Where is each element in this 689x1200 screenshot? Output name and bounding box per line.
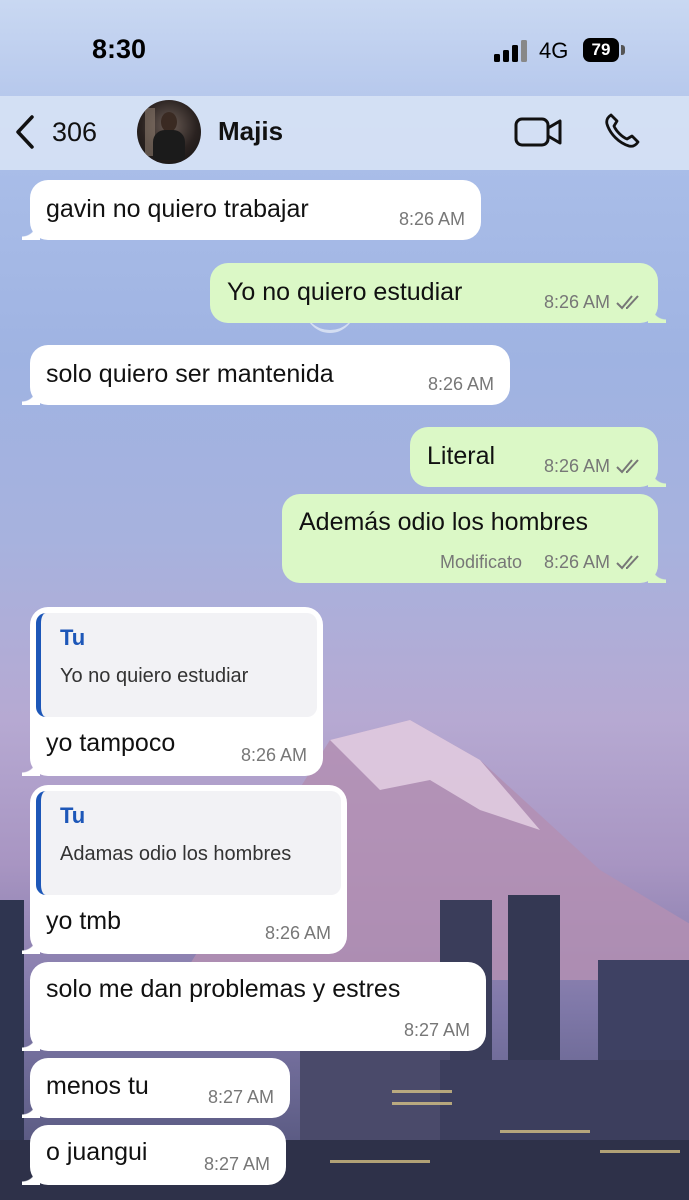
message-text: yo tampoco [46, 729, 176, 757]
message-text: o juangui [46, 1138, 148, 1166]
message-bubble[interactable]: Yo no quiero estudiar 8:26 AM [210, 263, 666, 323]
reply-author: Tu [60, 625, 86, 650]
status-time: 8:30 [92, 34, 147, 64]
chat-header: 306 Majis [0, 96, 689, 170]
video-camera-icon[interactable] [514, 114, 562, 150]
message-time: 8:26 AM [543, 456, 610, 476]
reply-quote[interactable]: Tu Adamas odio los hombres [36, 791, 341, 895]
reply-quote[interactable]: Tu Yo no quiero estudiar [36, 613, 317, 717]
message-text: yo tmb [46, 907, 122, 935]
message-bubble[interactable]: Literal 8:26 AM [410, 427, 666, 487]
contact-name[interactable]: Majis [218, 116, 283, 147]
network-type: 4G [539, 38, 569, 63]
message-text: solo me dan problemas y estres [46, 975, 401, 1003]
message-time: 8:27 AM [207, 1087, 274, 1107]
unread-count: 306 [52, 116, 98, 147]
message-bubble[interactable]: gavin no quiero trabajar 8:26 AM [22, 180, 481, 240]
message-text: solo quiero ser mantenida [46, 360, 334, 388]
reply-author: Tu [60, 803, 86, 828]
double-check-icon [616, 295, 639, 310]
message-time: 8:26 AM [264, 923, 331, 943]
message-bubble[interactable]: solo quiero ser mantenida 8:26 AM [22, 345, 510, 405]
message-text: Además odio los hombres [299, 508, 589, 536]
back-button[interactable]: 306 [12, 112, 112, 152]
message-bubble[interactable]: solo me dan problemas y estres 8:27 AM [22, 962, 486, 1051]
contact-avatar[interactable] [137, 100, 201, 164]
message-bubble[interactable]: menos tu 8:27 AM [22, 1058, 290, 1118]
status-bar: 8:30 4G 79 [0, 0, 689, 100]
message-time: 8:26 AM [240, 745, 307, 765]
edited-label: Modificato [439, 552, 522, 572]
double-check-icon [616, 459, 639, 474]
phone-icon[interactable] [603, 112, 641, 150]
battery-icon: 79 [583, 38, 619, 62]
message-bubble[interactable]: Tu Yo no quiero estudiar yo tampoco 8:26… [22, 607, 323, 776]
signal-bars-icon [494, 40, 527, 62]
reply-text: Yo no quiero estudiar [60, 665, 249, 687]
message-time: 8:26 AM [543, 292, 610, 312]
chevron-left-icon [16, 115, 34, 149]
message-text: menos tu [46, 1072, 149, 1100]
message-time: 8:26 AM [427, 374, 494, 394]
message-time: 8:27 AM [403, 1020, 470, 1040]
message-time: 8:26 AM [543, 552, 610, 572]
message-bubble[interactable]: Además odio los hombres Modificato 8:26 … [282, 494, 666, 583]
message-time: 8:26 AM [398, 209, 465, 229]
reply-text: Adamas odio los hombres [60, 843, 292, 865]
message-bubble[interactable]: Tu Adamas odio los hombres yo tmb 8:26 A… [22, 785, 347, 954]
battery-tip [621, 45, 625, 55]
message-text: Yo no quiero estudiar [227, 278, 463, 306]
message-text: Literal [427, 442, 496, 470]
message-time: 8:27 AM [203, 1154, 270, 1174]
message-text: gavin no quiero trabajar [46, 195, 309, 223]
message-bubble[interactable]: o juangui 8:27 AM [22, 1125, 286, 1185]
double-check-icon [616, 555, 639, 570]
